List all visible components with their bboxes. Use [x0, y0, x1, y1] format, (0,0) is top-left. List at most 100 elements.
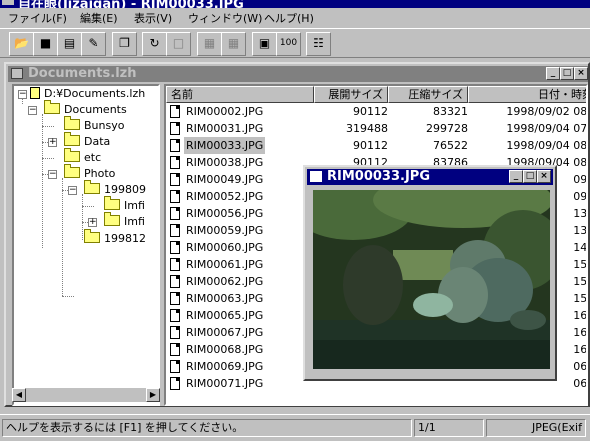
file-name: RIM00065.JPG [186, 309, 264, 322]
folder-icon [84, 180, 100, 194]
tree-collapse-199809[interactable]: − [68, 186, 77, 195]
monkey-photo [313, 190, 550, 369]
folder-icon [44, 100, 60, 114]
folder-tree: − D:¥Documents.lzh − Documents Bunsyo + … [12, 84, 160, 406]
tree-label: etc [84, 151, 102, 164]
preview-close-button[interactable]: × [537, 170, 551, 183]
image-preview-window: RIM00033.JPG _ □ × [303, 165, 557, 381]
fit-button[interactable]: ▣ [252, 32, 277, 56]
scroll-left-arrow[interactable]: ◀ [12, 388, 26, 402]
file-name: RIM00060.JPG [186, 241, 264, 254]
tree-label: 199812 [104, 232, 146, 245]
archive-title: Documents.lzh [28, 66, 137, 81]
menu-view[interactable]: 表示(V) [134, 10, 172, 26]
tree-label: Data [84, 135, 111, 148]
tree-item-199812[interactable]: 199812 [84, 229, 146, 247]
refresh-icon: ↻ [149, 36, 160, 50]
file-icon [170, 156, 180, 169]
tree-item-imfi[interactable]: Imfi [104, 212, 145, 230]
zoom-100-button[interactable]: 100 [276, 32, 301, 56]
column-header-size[interactable]: 展開サイズ [314, 86, 388, 103]
tree-collapse-documents[interactable]: − [28, 106, 37, 115]
tree-collapse-photo[interactable]: − [48, 170, 57, 179]
file-size: 90112 [353, 105, 388, 118]
column-header-name[interactable]: 名前 [166, 86, 314, 103]
preview-maximize-button[interactable]: □ [523, 170, 537, 183]
save-button[interactable]: ■ [33, 32, 58, 56]
list-icon: ▦ [227, 36, 240, 50]
tree-label: Photo [84, 167, 116, 180]
menu-window[interactable]: ウィンドウ(W) [188, 10, 262, 26]
folder-icon [64, 148, 80, 162]
file-name: RIM00049.JPG [186, 173, 264, 186]
grid-icon: ▦ [203, 36, 216, 50]
tool-button[interactable]: ✎ [81, 32, 106, 56]
tree-scrollbar[interactable]: ◀ ▶ [12, 388, 160, 402]
stop-icon: □ [172, 36, 185, 50]
image-icon [310, 171, 322, 182]
tree-label: Documents [64, 103, 127, 116]
status-file-type: JPEG(Exif [486, 419, 586, 437]
copy-button[interactable]: ❐ [112, 32, 137, 56]
menu-help[interactable]: ヘルプ(H) [264, 10, 314, 26]
file-date: 1998/09/04 07:4 [506, 122, 588, 135]
table-row[interactable]: RIM00031.JPG 319488 299728 1998/09/04 07:4 [166, 120, 588, 137]
file-icon [170, 275, 180, 288]
stop-button[interactable]: □ [166, 32, 191, 56]
tree-label: D:¥Documents.lzh [44, 87, 146, 100]
file-name: RIM00038.JPG [186, 156, 264, 169]
properties-button[interactable]: ☷ [306, 32, 331, 56]
file-name: RIM00069.JPG [186, 360, 264, 373]
table-row[interactable]: RIM00002.JPG 90112 83321 1998/09/02 08:5 [166, 103, 588, 120]
menu-file[interactable]: ファイル(F) [8, 10, 67, 26]
file-name: RIM00062.JPG [186, 275, 264, 288]
file-date: 1998/09/04 08:2 [506, 139, 588, 152]
toolbar: 📂 ■ ▤ ✎ ❐ ↻ □ ▦ ▦ ▣ 100 ☷ [0, 28, 590, 58]
title-bar[interactable]: 自在眼(Jizaigan) - RIM00033.JPG [0, 0, 590, 12]
preview-title-bar[interactable]: RIM00033.JPG _ □ × [307, 169, 553, 185]
tree-collapse-root[interactable]: − [18, 90, 27, 99]
properties-icon: ☷ [313, 36, 324, 50]
tree-label: Imfi [124, 199, 145, 212]
copy-icon: ❐ [119, 36, 130, 50]
column-header-packed[interactable]: 圧縮サイズ [388, 86, 468, 103]
open-button[interactable]: 📂 [9, 32, 34, 56]
file-icon [170, 292, 180, 305]
folder-icon [104, 212, 120, 226]
archive-maximize-button[interactable]: □ [560, 67, 574, 80]
tree-item-documents[interactable]: Documents [44, 100, 127, 118]
preview-minimize-button[interactable]: _ [509, 170, 523, 183]
fit-window-icon: ▣ [258, 36, 271, 50]
table-row[interactable]: RIM00033.JPG 90112 76522 1998/09/04 08:2 [166, 137, 588, 154]
status-bar: ヘルプを表示するには [F1] を押してください。 1/1 JPEG(Exif [0, 414, 590, 441]
file-icon [170, 139, 180, 152]
scroll-right-arrow[interactable]: ▶ [146, 388, 160, 402]
file-icon [170, 360, 180, 373]
file-icon [170, 258, 180, 271]
file-icon [170, 105, 180, 118]
file-name: RIM00002.JPG [186, 105, 264, 118]
file-packed-size: 76522 [433, 139, 468, 152]
archive-title-bar[interactable]: Documents.lzh _ □ × [8, 66, 588, 82]
tree-expand-data[interactable]: + [48, 138, 57, 147]
photo-canvas[interactable] [313, 190, 550, 369]
file-icon [170, 241, 180, 254]
app-icon [2, 0, 14, 5]
file-date: 1998/09/02 08:5 [506, 105, 588, 118]
list-view-button[interactable]: ▦ [221, 32, 246, 56]
tree-item-bunsyo[interactable]: Bunsyo [64, 116, 124, 134]
column-header-date[interactable]: 日付・時刻 [468, 86, 586, 103]
file-name: RIM00068.JPG [186, 343, 264, 356]
tree-expand-imfi[interactable]: + [88, 218, 97, 227]
file-icon [170, 224, 180, 237]
print-button[interactable]: ▤ [57, 32, 82, 56]
file-name: RIM00067.JPG [186, 326, 264, 339]
tree-item-199809[interactable]: 199809 [84, 180, 146, 198]
grid-view-button[interactable]: ▦ [197, 32, 222, 56]
menu-edit[interactable]: 編集(E) [80, 10, 118, 26]
folder-icon [64, 164, 80, 178]
archive-minimize-button[interactable]: _ [546, 67, 560, 80]
file-name: RIM00061.JPG [186, 258, 264, 271]
refresh-button[interactable]: ↻ [142, 32, 167, 56]
archive-close-button[interactable]: × [574, 67, 588, 80]
